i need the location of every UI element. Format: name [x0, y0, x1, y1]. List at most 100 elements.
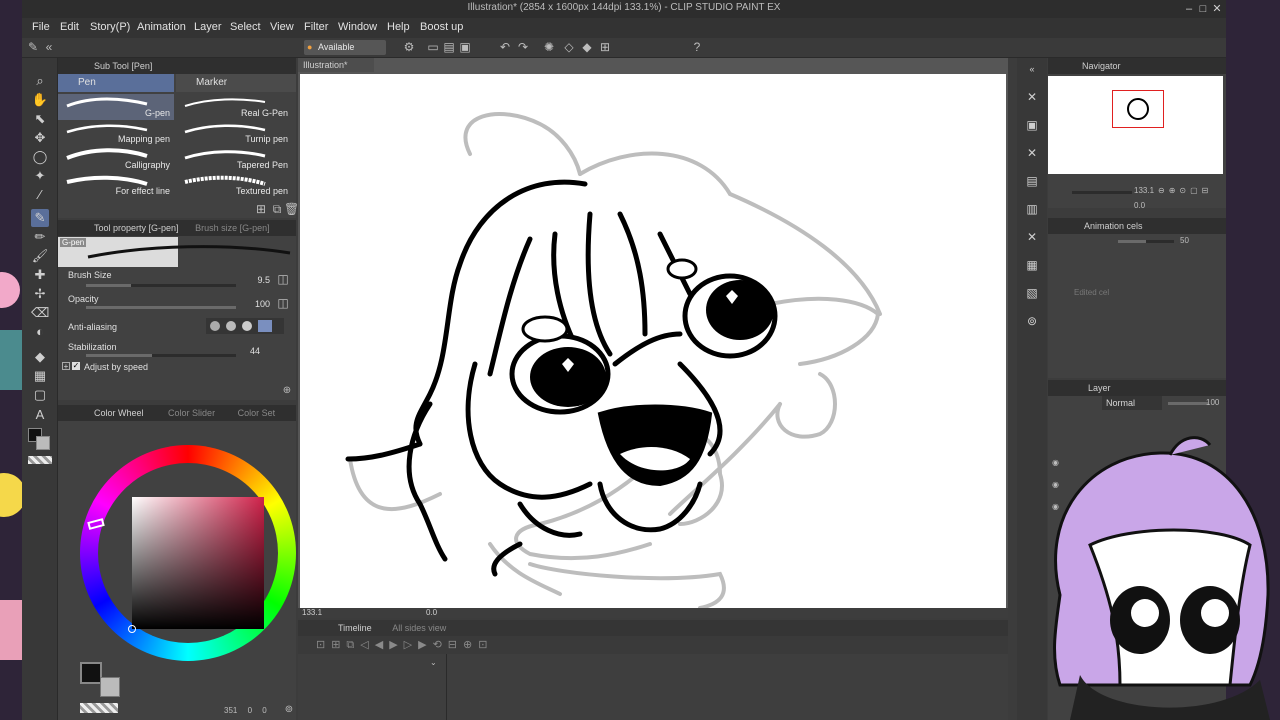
- help-icon[interactable]: ?: [690, 40, 704, 54]
- opacity-value[interactable]: 100: [240, 299, 270, 309]
- zoom-buttons[interactable]: ⊖⊕⊙▢⊟: [1158, 186, 1212, 195]
- tab-pen[interactable]: Pen: [58, 74, 174, 92]
- tab-marker[interactable]: Marker: [176, 74, 296, 92]
- tab-all-sides-view[interactable]: All sides view: [374, 623, 446, 633]
- save-icon[interactable]: ▣: [458, 40, 472, 54]
- menu-file[interactable]: File: [32, 21, 50, 33]
- chevron-down-icon[interactable]: ⌄: [430, 658, 437, 667]
- brush-turnip-pen[interactable]: Turnip pen: [176, 120, 292, 146]
- brush-real-g-pen[interactable]: Real G-Pen: [176, 94, 292, 120]
- menu-window[interactable]: Window: [338, 21, 377, 33]
- sub-color-chip[interactable]: [100, 677, 120, 697]
- settings-wrench-icon[interactable]: ⊕: [280, 384, 294, 398]
- expand-icon[interactable]: +: [62, 362, 70, 371]
- tab-color-slider[interactable]: Color Slider: [146, 408, 215, 418]
- color-picker-marker[interactable]: [128, 625, 136, 633]
- text-tool-icon[interactable]: A: [31, 406, 49, 424]
- copy-subtool-icon[interactable]: ⧉: [270, 202, 284, 216]
- magic-wand-icon[interactable]: ✦: [31, 167, 49, 185]
- history-icon[interactable]: ▥: [1023, 200, 1041, 218]
- menu-layer[interactable]: Layer: [194, 21, 222, 33]
- settings-icon[interactable]: ⚙: [402, 40, 416, 54]
- brush-size-tab[interactable]: Brush size [G-pen]: [181, 223, 270, 233]
- clear-icon[interactable]: ◇: [562, 40, 576, 54]
- available-features-button[interactable]: ● Available features: [304, 40, 386, 67]
- menu-select[interactable]: Select: [230, 21, 261, 33]
- collapse-chevron-icon[interactable]: «: [1023, 60, 1041, 78]
- transparent-color-icon[interactable]: [28, 456, 52, 464]
- blend-tool-icon[interactable]: ◐: [31, 323, 49, 341]
- sub-color-swatch[interactable]: [36, 436, 50, 450]
- new-file-icon[interactable]: ▭: [426, 40, 440, 54]
- pencil-tool-icon[interactable]: ✏: [31, 228, 49, 246]
- operation-tool-icon[interactable]: ⬉: [31, 110, 49, 128]
- item-bank-icon[interactable]: ▧: [1023, 284, 1041, 302]
- search-layer-icon[interactable]: ▦: [1023, 256, 1041, 274]
- auto-actions-icon[interactable]: ⊚: [1023, 312, 1041, 330]
- layer-opacity-value[interactable]: 100: [1206, 398, 1219, 407]
- undo-icon[interactable]: ↶: [498, 40, 512, 54]
- zoom-tool-icon[interactable]: ⌕: [31, 72, 49, 90]
- fill-icon[interactable]: ◆: [580, 40, 594, 54]
- brush-effect-line[interactable]: For effect line: [58, 172, 174, 198]
- brush-mapping-pen[interactable]: Mapping pen: [58, 120, 174, 146]
- airbrush-icon[interactable]: ✢: [31, 285, 49, 303]
- menu-help[interactable]: Help: [387, 21, 410, 33]
- timeline-controls[interactable]: ⊡⊞⧉◁◀▶▷▶⟲⊟⊕⊡: [298, 636, 1008, 654]
- minimize-icon[interactable]: –: [1182, 2, 1196, 16]
- opacity-toggle-icon[interactable]: ◫: [276, 296, 290, 310]
- eraser-icon[interactable]: ⌫: [31, 304, 49, 322]
- material-icon[interactable]: ▣: [1023, 116, 1041, 134]
- close-x-icon[interactable]: ✕: [1023, 88, 1041, 106]
- drawing-canvas[interactable]: [300, 74, 1006, 608]
- antialiasing-selector[interactable]: [206, 318, 284, 334]
- transparent-chip[interactable]: [80, 703, 118, 713]
- tab-color-wheel[interactable]: Color Wheel: [58, 408, 144, 418]
- opacity-slider[interactable]: [86, 306, 236, 309]
- adjust-speed-checkbox[interactable]: ✓: [72, 362, 80, 370]
- tab-color-set[interactable]: Color Set: [218, 408, 276, 418]
- onion-skin-slider[interactable]: [1118, 240, 1174, 243]
- brush-size-slider[interactable]: [86, 284, 236, 287]
- loading-icon[interactable]: ✺: [542, 40, 556, 54]
- menu-filter[interactable]: Filter: [304, 21, 328, 33]
- menu-edit[interactable]: Edit: [60, 21, 79, 33]
- redo-icon[interactable]: ↷: [516, 40, 530, 54]
- brush-tool-icon[interactable]: 🖌: [31, 247, 49, 265]
- figure-tool-icon[interactable]: ▢: [31, 386, 49, 404]
- transform-icon[interactable]: ⊞: [598, 40, 612, 54]
- delete-x-icon[interactable]: ✕: [1023, 144, 1041, 162]
- layer-property-icon[interactable]: ▤: [1023, 172, 1041, 190]
- main-color-chip[interactable]: [80, 662, 102, 684]
- menu-animation[interactable]: Animation: [137, 21, 186, 33]
- canvas-zoom-readout[interactable]: 133.1: [302, 608, 322, 617]
- object-icon[interactable]: ✕: [1023, 228, 1041, 246]
- document-tab[interactable]: Illustration* ×: [298, 58, 374, 84]
- brush-size-value[interactable]: 9.5: [240, 275, 270, 285]
- tab-timeline[interactable]: Timeline: [298, 623, 372, 633]
- color-mode-icon[interactable]: ⊚: [282, 703, 296, 717]
- brush-calligraphy[interactable]: Calligraphy: [58, 146, 174, 172]
- navigator-rotation-value[interactable]: 0.0: [1134, 201, 1145, 210]
- gradient-tool-icon[interactable]: ▦: [31, 367, 49, 385]
- pencil-icon[interactable]: ✎: [26, 40, 40, 54]
- canvas-angle-readout[interactable]: 0.0: [426, 608, 437, 617]
- open-folder-icon[interactable]: ▤: [442, 40, 456, 54]
- saturation-value-square[interactable]: [132, 497, 264, 629]
- move-tool-icon[interactable]: ✥: [31, 129, 49, 147]
- hand-tool-icon[interactable]: ✋: [31, 91, 49, 109]
- close-icon[interactable]: ✕: [1210, 2, 1224, 16]
- menu-boost-up[interactable]: Boost up: [420, 21, 463, 33]
- double-chevron-icon[interactable]: «: [42, 40, 56, 54]
- navigator-zoom-value[interactable]: 133.1: [1134, 186, 1154, 195]
- maximize-icon[interactable]: □: [1196, 2, 1210, 16]
- lasso-tool-icon[interactable]: ◯: [31, 148, 49, 166]
- fill-tool-icon[interactable]: ◆: [31, 348, 49, 366]
- eyedropper-icon[interactable]: ⁄: [31, 186, 49, 204]
- navigator-preview[interactable]: [1048, 76, 1223, 174]
- brush-g-pen[interactable]: G-pen: [58, 94, 174, 120]
- layer-opacity-slider[interactable]: [1168, 402, 1208, 405]
- menu-story[interactable]: Story(P): [90, 21, 130, 33]
- navigator-zoom-slider[interactable]: [1072, 191, 1132, 194]
- add-subtool-icon[interactable]: ⊞: [254, 202, 268, 216]
